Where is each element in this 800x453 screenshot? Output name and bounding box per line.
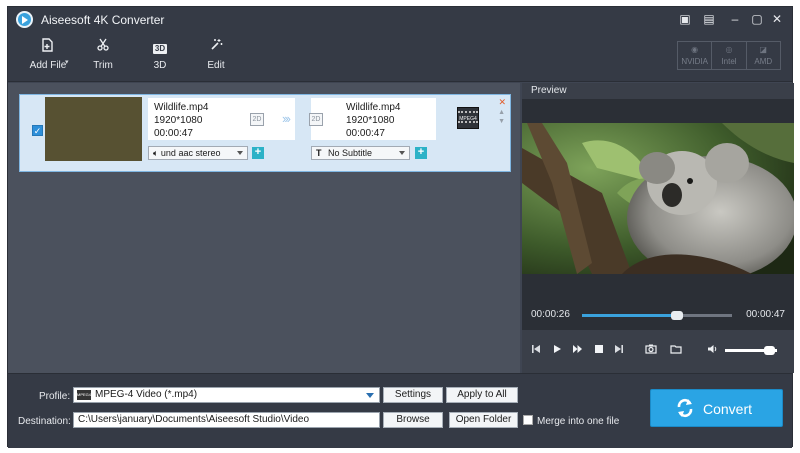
app-window: Aiseesoft 4K Converter ▣ ▤ – ▢ ✕ Add Fil… bbox=[7, 6, 794, 448]
convert-button[interactable]: Convert bbox=[650, 389, 783, 427]
destination-input[interactable]: C:\Users\january\Documents\Aiseesoft Stu… bbox=[73, 412, 380, 428]
move-up-icon[interactable]: ▲ bbox=[498, 109, 505, 116]
add-file-icon bbox=[22, 38, 74, 56]
profile-select[interactable]: MPEG4 MPEG-4 Video (*.mp4) bbox=[73, 387, 380, 403]
seek-slider[interactable] bbox=[582, 311, 732, 320]
scissors-icon bbox=[88, 38, 118, 56]
edit-button[interactable]: Edit bbox=[201, 38, 231, 71]
seek-progress bbox=[582, 314, 677, 317]
text-icon: T bbox=[316, 148, 322, 158]
volume-slider[interactable] bbox=[725, 346, 777, 355]
volume-icon[interactable] bbox=[707, 344, 719, 358]
destination-label: Destination: bbox=[18, 416, 71, 427]
merge-checkbox[interactable] bbox=[523, 415, 533, 425]
add-file-button[interactable]: Add File bbox=[22, 38, 74, 71]
source-2d-badge: 2D bbox=[250, 113, 264, 126]
source-resolution: 1920*1080 bbox=[154, 115, 203, 126]
convert-label: Convert bbox=[703, 401, 753, 417]
3d-icon: 3D bbox=[152, 44, 168, 54]
subtitle-select[interactable]: T No Subtitle bbox=[311, 146, 410, 160]
file-row[interactable]: ✓ Wildlife.mp4 1920*1080 00:00:47 2D ›››… bbox=[19, 94, 511, 172]
feedback-icon[interactable]: ▣ bbox=[676, 11, 694, 27]
output-settings-bar: Profile: MPEG4 MPEG-4 Video (*.mp4) Sett… bbox=[8, 373, 792, 448]
chevron-down-icon bbox=[237, 151, 243, 155]
close-button[interactable]: ✕ bbox=[768, 11, 786, 27]
output-2d-badge: 2D bbox=[309, 113, 323, 126]
chevron-down-icon bbox=[399, 151, 405, 155]
add-audio-button[interactable]: + bbox=[252, 147, 264, 159]
3d-button[interactable]: 3D 3D bbox=[145, 38, 175, 71]
file-checkbox[interactable]: ✓ bbox=[32, 125, 43, 136]
speaker-icon: 🔈︎ bbox=[153, 148, 159, 158]
app-logo-icon bbox=[16, 11, 33, 28]
volume-handle[interactable] bbox=[764, 346, 776, 355]
preview-video-frame bbox=[522, 123, 794, 274]
output-duration: 00:00:47 bbox=[346, 128, 385, 139]
3d-label: 3D bbox=[153, 60, 167, 71]
video-thumbnail bbox=[45, 97, 142, 161]
current-time: 00:00:26 bbox=[531, 309, 570, 320]
minimize-button[interactable]: – bbox=[726, 11, 744, 27]
amd-logo-icon: ◪ bbox=[759, 45, 768, 54]
output-info: 2D Wildlife.mp4 1920*1080 00:00:47 bbox=[309, 98, 436, 140]
intel-logo-icon: ◎ bbox=[725, 45, 733, 54]
menu-icon[interactable]: ▤ bbox=[700, 11, 718, 27]
convert-arrows-icon: ››› bbox=[282, 111, 291, 126]
nvidia-logo-icon: ◉ bbox=[691, 45, 699, 54]
add-subtitle-button[interactable]: + bbox=[415, 147, 427, 159]
preview-panel: Preview 00:00:26 00:00:47 bbox=[522, 83, 794, 373]
apply-to-all-button[interactable]: Apply to All bbox=[446, 387, 518, 403]
folder-icon[interactable] bbox=[670, 344, 682, 358]
skip-forward-icon[interactable] bbox=[614, 344, 624, 358]
seek-handle[interactable] bbox=[670, 311, 683, 320]
profile-label: Profile: bbox=[39, 391, 71, 402]
browse-button[interactable]: Browse bbox=[383, 412, 443, 428]
source-filename: Wildlife.mp4 bbox=[154, 102, 209, 113]
convert-refresh-icon bbox=[676, 398, 694, 422]
playback-controls bbox=[522, 330, 794, 373]
audio-track-select[interactable]: 🔈︎ und aac stereo bbox=[148, 146, 248, 160]
open-folder-button[interactable]: Open Folder bbox=[449, 412, 518, 428]
output-filename: Wildlife.mp4 bbox=[346, 102, 401, 113]
add-file-dropdown-icon[interactable]: ▾ bbox=[65, 58, 69, 66]
edit-label: Edit bbox=[207, 60, 225, 71]
total-time: 00:00:47 bbox=[746, 309, 785, 320]
output-format-icon[interactable]: MPEG4 bbox=[457, 107, 479, 129]
stop-icon[interactable] bbox=[594, 344, 604, 358]
move-down-icon[interactable]: ▼ bbox=[498, 118, 505, 125]
chevron-down-icon bbox=[366, 393, 374, 398]
camera-icon[interactable] bbox=[645, 344, 657, 358]
remove-file-icon[interactable]: ✕ bbox=[498, 97, 506, 108]
fast-forward-icon[interactable] bbox=[572, 344, 583, 358]
toolbar: Add File ▾ Trim 3D 3D Edit ◉ NVIDIA ◎ In… bbox=[8, 32, 792, 82]
magic-wand-icon bbox=[201, 38, 231, 56]
nvidia-badge: ◉ NVIDIA bbox=[678, 42, 713, 69]
output-resolution: 1920*1080 bbox=[346, 115, 395, 126]
window-title: Aiseesoft 4K Converter bbox=[41, 13, 165, 27]
source-info: Wildlife.mp4 1920*1080 00:00:47 2D bbox=[148, 98, 295, 140]
trim-label: Trim bbox=[93, 60, 113, 71]
trim-button[interactable]: Trim bbox=[88, 38, 118, 71]
hardware-acceleration-group: ◉ NVIDIA ◎ Intel ◪ AMD bbox=[677, 41, 781, 70]
intel-badge: ◎ Intel bbox=[712, 42, 747, 69]
amd-badge: ◪ AMD bbox=[747, 42, 780, 69]
title-bar: Aiseesoft 4K Converter ▣ ▤ – ▢ ✕ bbox=[8, 7, 792, 32]
file-list-panel: ✓ Wildlife.mp4 1920*1080 00:00:47 2D ›››… bbox=[8, 83, 520, 373]
play-icon[interactable] bbox=[552, 344, 562, 358]
skip-back-icon[interactable] bbox=[531, 344, 541, 358]
maximize-button[interactable]: ▢ bbox=[748, 11, 766, 27]
settings-button[interactable]: Settings bbox=[383, 387, 443, 403]
mpeg4-format-icon: MPEG4 bbox=[77, 390, 91, 400]
merge-label: Merge into one file bbox=[537, 416, 620, 427]
preview-title: Preview bbox=[522, 83, 794, 99]
source-duration: 00:00:47 bbox=[154, 128, 193, 139]
